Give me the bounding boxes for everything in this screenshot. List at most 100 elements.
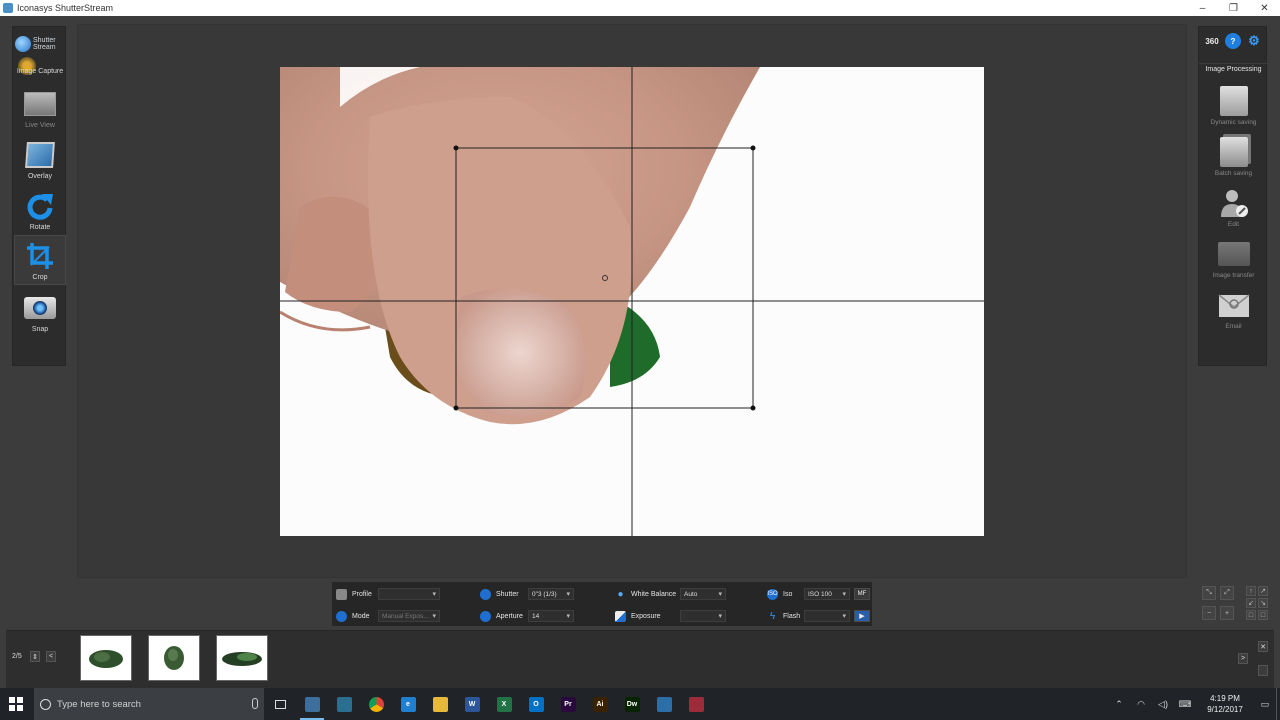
taskbar-app-word[interactable]: W [456, 688, 488, 720]
crop-icon [24, 241, 56, 271]
expand-icon[interactable]: ⤢ [1220, 586, 1234, 600]
live-image[interactable] [280, 67, 984, 536]
shutterstream-icon [304, 696, 320, 712]
app-blue-icon [656, 696, 672, 712]
move-down-icon[interactable]: ↘ [1258, 598, 1268, 608]
notifications-icon[interactable]: ▭ [1254, 688, 1276, 720]
taskbar-search[interactable]: Type here to search [34, 688, 264, 720]
tray-chevron-icon[interactable]: ⌃ [1108, 688, 1130, 720]
tool-snap[interactable]: Snap [14, 286, 66, 336]
checkbox-icon[interactable] [1258, 665, 1268, 676]
flash-text: Flash [783, 612, 801, 620]
taskbar-app-dreamweaver[interactable]: Dw [616, 688, 648, 720]
iso-dropdown[interactable]: ISO 100 ▾ [804, 588, 850, 600]
tool-batch-saving[interactable]: Batch saving [1201, 130, 1266, 180]
manual-focus-button[interactable]: MF [854, 588, 870, 600]
minimize-button[interactable]: – [1187, 0, 1218, 16]
close-button[interactable]: ✕ [1249, 0, 1280, 16]
aperture-value: 14 [532, 612, 540, 620]
settings-gear-icon[interactable]: ⚙ [1246, 33, 1262, 49]
thumbnail[interactable] [148, 635, 200, 681]
mode-dropdown[interactable]: Manual Expos... ▾ [378, 610, 440, 622]
keyboard-icon[interactable]: ⌨ [1174, 688, 1196, 720]
tool-crop[interactable]: Crop [14, 235, 66, 285]
thumbnail[interactable] [80, 635, 132, 681]
aperture-text: Aperture [496, 612, 523, 620]
app-red-icon [688, 696, 704, 712]
tool-dynamic-saving[interactable]: Dynamic saving [1201, 79, 1266, 129]
shutter-dropdown[interactable]: 0"3 (1/3) ▾ [528, 588, 574, 600]
move-right-icon[interactable]: ↗ [1258, 586, 1268, 596]
taskbar-app-excel[interactable]: X [488, 688, 520, 720]
tool-rotate[interactable]: Rotate [14, 184, 66, 234]
play-icon: ▶ [859, 613, 865, 620]
taskbar-app-premiere[interactable]: Pr [552, 688, 584, 720]
shutter-text: Shutter [496, 590, 519, 598]
zoom-out-icon[interactable]: − [1202, 606, 1216, 620]
white-balance-dropdown[interactable]: Auto ▾ [680, 588, 726, 600]
window-titlebar: Iconasys ShutterStream – ❐ ✕ [0, 0, 1280, 16]
restore-button[interactable]: ❐ [1218, 0, 1249, 16]
taskbar-app-iconasys[interactable] [328, 688, 360, 720]
white-balance-label: ● White Balance [615, 587, 676, 601]
cortana-icon [40, 698, 51, 710]
taskbar-apps: e W X O Pr Ai Dw [296, 688, 712, 720]
aperture-dropdown[interactable]: 14 ▾ [528, 610, 574, 622]
thumbnail[interactable] [216, 635, 268, 681]
tool-label: Edit [1227, 221, 1240, 228]
tool-live-view[interactable]: Live View [14, 82, 66, 132]
tool-email[interactable]: Email [1201, 283, 1266, 333]
bulb-icon: ● [617, 588, 624, 600]
counter-spinner[interactable]: ⇕ [30, 651, 40, 662]
windows-start-button[interactable] [0, 688, 32, 720]
tool-image-transfer[interactable]: Image transfer [1201, 232, 1266, 282]
microphone-icon [252, 698, 258, 709]
tool-label: Batch saving [1214, 170, 1253, 177]
move-left-icon[interactable]: ↙ [1246, 598, 1256, 608]
volume-icon[interactable]: ◁) [1152, 688, 1174, 720]
move-up-icon[interactable]: ↑ [1246, 586, 1256, 596]
flash-label: ϟ Flash [767, 609, 800, 623]
prev-button[interactable]: < [46, 651, 56, 662]
taskbar-app-explorer[interactable] [424, 688, 456, 720]
clock[interactable]: 4:19 PM 9/12/2017 [1196, 693, 1254, 715]
task-view-button[interactable] [264, 688, 296, 720]
close-strip-icon[interactable]: ✕ [1258, 641, 1268, 652]
show-desktop-button[interactable] [1276, 688, 1280, 720]
tool-edit[interactable]: Edit [1201, 181, 1266, 231]
flash-dropdown[interactable]: ▾ [804, 610, 850, 622]
tool-overlay[interactable]: Overlay [14, 133, 66, 183]
profile-dropdown[interactable]: ▾ [378, 588, 440, 600]
aperture-label: Aperture [480, 609, 523, 623]
fit-icon[interactable]: ⤡ [1202, 586, 1216, 600]
help-button[interactable]: ? [1225, 33, 1241, 49]
iconasys-icon [336, 696, 352, 712]
premiere-icon: Pr [560, 696, 576, 712]
excel-icon: X [496, 696, 512, 712]
mode-text: Mode [352, 612, 370, 620]
network-icon[interactable]: ◠ [1130, 688, 1152, 720]
camera-controls: Profile ▾ Mode Manual Expos... ▾ Shutter … [332, 582, 872, 626]
spin-360-button[interactable]: 360 [1204, 33, 1220, 49]
exposure-text: Exposure [631, 612, 661, 620]
tool-image-capture[interactable]: Image Capture [14, 57, 66, 75]
app-main: Shutter Stream Image Capture Live View Ov… [0, 16, 1280, 688]
dreamweaver-icon: Dw [624, 696, 640, 712]
next-button[interactable]: > [1238, 653, 1248, 664]
small-b-icon[interactable]: □ [1258, 610, 1268, 620]
small-a-icon[interactable]: □ [1246, 610, 1256, 620]
taskbar-app-app-red[interactable] [680, 688, 712, 720]
shutter-value: 0"3 (1/3) [532, 590, 557, 598]
taskbar-app-chrome[interactable] [360, 688, 392, 720]
taskbar-app-illustrator[interactable]: Ai [584, 688, 616, 720]
zoom-in-icon[interactable]: + [1220, 606, 1234, 620]
view-controls: ⤡ ⤢ − + ↑ ↗ ↙ ↘ □ □ [1202, 586, 1274, 628]
aperture-icon [480, 610, 491, 622]
tool-label: Image transfer [1212, 272, 1255, 279]
taskbar-app-edge[interactable]: e [392, 688, 424, 720]
play-button[interactable]: ▶ [854, 610, 870, 622]
exposure-dropdown[interactable]: ▾ [680, 610, 726, 622]
taskbar-app-shutterstream[interactable] [296, 688, 328, 720]
taskbar-app-outlook[interactable]: O [520, 688, 552, 720]
taskbar-app-app-blue[interactable] [648, 688, 680, 720]
